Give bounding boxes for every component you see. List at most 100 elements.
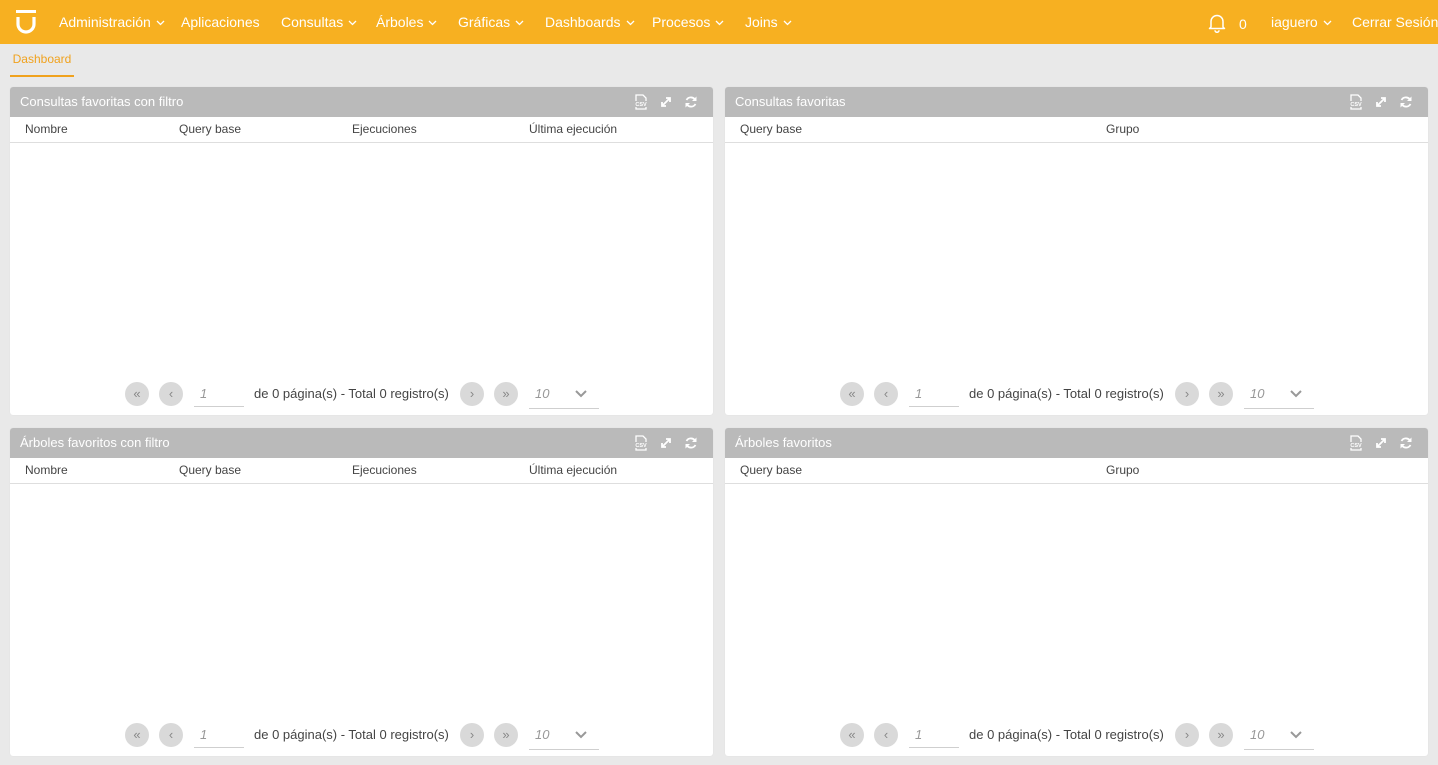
csv-export-icon[interactable]: CSV bbox=[1348, 94, 1364, 110]
nav-aplicaciones-label: Aplicaciones bbox=[181, 14, 260, 30]
nav-procesos-label: Procesos bbox=[652, 14, 711, 30]
page-size-select[interactable]: 10 bbox=[529, 722, 599, 750]
panel-header: Consultas favoritas CSV bbox=[725, 87, 1428, 117]
panel-header: Árboles favoritos CSV bbox=[725, 428, 1428, 458]
chevron-down-icon bbox=[156, 20, 165, 26]
nav-graficas-label: Gráficas bbox=[458, 14, 511, 30]
column-header[interactable]: Ejecuciones bbox=[352, 458, 417, 482]
nav-procesos[interactable]: Procesos bbox=[652, 0, 724, 44]
column-header[interactable]: Grupo bbox=[1106, 458, 1139, 482]
logout-label: Cerrar Sesión bbox=[1352, 14, 1438, 30]
expand-icon[interactable] bbox=[1373, 94, 1389, 110]
nav-joins[interactable]: Joins bbox=[745, 0, 792, 44]
page-size-value: 10 bbox=[1250, 727, 1265, 742]
page-number-input[interactable] bbox=[909, 722, 959, 748]
table-header-row: Nombre Query base Ejecuciones Última eje… bbox=[10, 117, 713, 143]
user-menu[interactable]: iaguero bbox=[1271, 0, 1332, 44]
nav-dashboards-label: Dashboards bbox=[545, 14, 621, 30]
expand-icon[interactable] bbox=[1373, 435, 1389, 451]
column-header[interactable]: Nombre bbox=[25, 117, 68, 141]
tab-dashboard[interactable]: Dashboard bbox=[10, 44, 74, 77]
pagination: « ‹ de 0 página(s) - Total 0 registro(s)… bbox=[725, 722, 1428, 750]
chevron-down-icon bbox=[575, 390, 587, 398]
page-size-select[interactable]: 10 bbox=[1244, 381, 1314, 409]
last-page-icon[interactable]: » bbox=[494, 382, 518, 406]
nav-consultas[interactable]: Consultas bbox=[281, 0, 357, 44]
next-page-icon[interactable]: › bbox=[1175, 382, 1199, 406]
table-header-row: Query base Grupo bbox=[725, 117, 1428, 143]
panel-title: Consultas favoritas bbox=[735, 94, 846, 109]
app-logo[interactable] bbox=[13, 9, 39, 35]
svg-text:CSV: CSV bbox=[635, 443, 647, 449]
column-header[interactable]: Ejecuciones bbox=[352, 117, 417, 141]
column-header[interactable]: Query base bbox=[740, 458, 802, 482]
page-info: de 0 página(s) - Total 0 registro(s) bbox=[254, 727, 449, 742]
page-info: de 0 página(s) - Total 0 registro(s) bbox=[969, 727, 1164, 742]
page-size-select[interactable]: 10 bbox=[1244, 722, 1314, 750]
last-page-icon[interactable]: » bbox=[494, 723, 518, 747]
panel-arboles-favoritos-filtro: Árboles favoritos con filtro CSV Nombre … bbox=[10, 428, 713, 756]
nav-arboles-label: Árboles bbox=[376, 14, 424, 30]
prev-page-icon[interactable]: ‹ bbox=[874, 723, 898, 747]
top-navbar: Administración Aplicaciones Consultas Ár… bbox=[0, 0, 1438, 44]
refresh-icon[interactable] bbox=[683, 435, 699, 451]
column-header[interactable]: Query base bbox=[740, 117, 802, 141]
first-page-icon[interactable]: « bbox=[840, 382, 864, 406]
panel-title: Árboles favoritos con filtro bbox=[20, 435, 170, 450]
panel-consultas-favoritas-filtro: Consultas favoritas con filtro CSV Nombr… bbox=[10, 87, 713, 415]
pagination: « ‹ de 0 página(s) - Total 0 registro(s)… bbox=[725, 381, 1428, 409]
nav-arboles[interactable]: Árboles bbox=[376, 0, 437, 44]
csv-export-icon[interactable]: CSV bbox=[633, 435, 649, 451]
next-page-icon[interactable]: › bbox=[1175, 723, 1199, 747]
panel-title: Árboles favoritos bbox=[735, 435, 832, 450]
chevron-down-icon bbox=[1290, 731, 1302, 739]
column-header[interactable]: Nombre bbox=[25, 458, 68, 482]
page-number-input[interactable] bbox=[194, 722, 244, 748]
nav-aplicaciones[interactable]: Aplicaciones bbox=[181, 0, 260, 44]
last-page-icon[interactable]: » bbox=[1209, 723, 1233, 747]
chevron-down-icon bbox=[715, 20, 724, 26]
prev-page-icon[interactable]: ‹ bbox=[159, 723, 183, 747]
prev-page-icon[interactable]: ‹ bbox=[874, 382, 898, 406]
page-number-input[interactable] bbox=[909, 381, 959, 407]
csv-export-icon[interactable]: CSV bbox=[633, 94, 649, 110]
csv-export-icon[interactable]: CSV bbox=[1348, 435, 1364, 451]
svg-text:CSV: CSV bbox=[1350, 443, 1362, 449]
column-header[interactable]: Query base bbox=[179, 458, 241, 482]
refresh-icon[interactable] bbox=[1398, 94, 1414, 110]
next-page-icon[interactable]: › bbox=[460, 382, 484, 406]
notification-count: 0 bbox=[1239, 16, 1247, 32]
panel-header: Árboles favoritos con filtro CSV bbox=[10, 428, 713, 458]
column-header[interactable]: Grupo bbox=[1106, 117, 1139, 141]
panel-header: Consultas favoritas con filtro CSV bbox=[10, 87, 713, 117]
refresh-icon[interactable] bbox=[1398, 435, 1414, 451]
first-page-icon[interactable]: « bbox=[125, 382, 149, 406]
chevron-down-icon bbox=[626, 20, 634, 26]
page-size-value: 10 bbox=[535, 727, 550, 742]
logout-link[interactable]: Cerrar Sesión bbox=[1352, 0, 1438, 44]
next-page-icon[interactable]: › bbox=[460, 723, 484, 747]
last-page-icon[interactable]: » bbox=[1209, 382, 1233, 406]
prev-page-icon[interactable]: ‹ bbox=[159, 382, 183, 406]
nav-dashboards[interactable]: Dashboards bbox=[545, 0, 635, 44]
nav-administracion[interactable]: Administración bbox=[59, 0, 165, 44]
refresh-icon[interactable] bbox=[683, 94, 699, 110]
column-header[interactable]: Última ejecución bbox=[529, 458, 617, 482]
nav-graficas[interactable]: Gráficas bbox=[458, 0, 524, 44]
first-page-icon[interactable]: « bbox=[125, 723, 149, 747]
first-page-icon[interactable]: « bbox=[840, 723, 864, 747]
expand-icon[interactable] bbox=[658, 435, 674, 451]
nav-consultas-label: Consultas bbox=[281, 14, 344, 30]
bell-icon[interactable] bbox=[1208, 13, 1226, 33]
expand-icon[interactable] bbox=[658, 94, 674, 110]
page-info: de 0 página(s) - Total 0 registro(s) bbox=[969, 386, 1164, 401]
page-number-input[interactable] bbox=[194, 381, 244, 407]
nav-administracion-label: Administración bbox=[59, 14, 151, 30]
column-header[interactable]: Última ejecución bbox=[529, 117, 617, 141]
page-info: de 0 página(s) - Total 0 registro(s) bbox=[254, 386, 449, 401]
nav-joins-label: Joins bbox=[745, 14, 778, 30]
column-header[interactable]: Query base bbox=[179, 117, 241, 141]
chevron-down-icon bbox=[429, 20, 437, 26]
page-size-select[interactable]: 10 bbox=[529, 381, 599, 409]
table-header-row: Query base Grupo bbox=[725, 458, 1428, 484]
